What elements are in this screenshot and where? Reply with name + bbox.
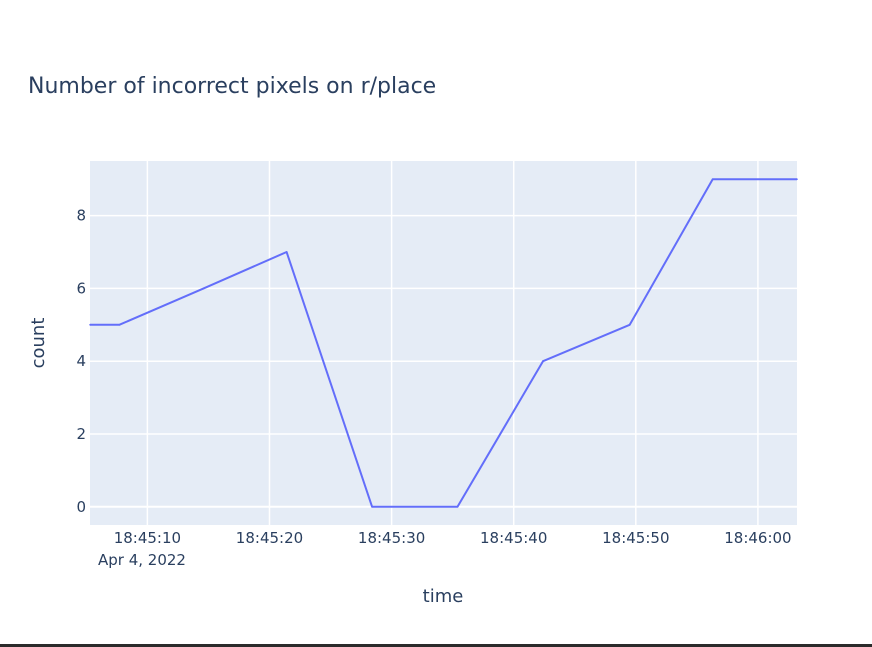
data-point bbox=[89, 324, 91, 326]
data-point bbox=[285, 251, 288, 253]
y-tick-label: 8 bbox=[76, 207, 86, 225]
data-point bbox=[796, 178, 798, 180]
data-point bbox=[202, 287, 205, 290]
y-tick-label: 2 bbox=[76, 425, 86, 443]
x-tick-label: 18:45:10 bbox=[114, 529, 181, 547]
y-tick-label: 6 bbox=[76, 279, 86, 297]
y-tick-label: 4 bbox=[76, 352, 86, 370]
x-axis-title: time bbox=[423, 586, 464, 607]
data-point bbox=[371, 506, 373, 508]
data-point bbox=[542, 360, 544, 363]
chart-title: Number of incorrect pixels on r/place bbox=[28, 74, 436, 99]
data-point bbox=[456, 506, 459, 508]
chart-container: Number of incorrect pixels on r/place 18… bbox=[0, 0, 872, 647]
y-axis-title: count bbox=[28, 318, 49, 369]
data-point bbox=[711, 178, 714, 180]
data-point bbox=[118, 324, 121, 326]
x-tick-label: 18:45:40 bbox=[480, 529, 547, 547]
x-tick-label: 18:46:00 bbox=[724, 529, 791, 547]
x-axis-date-label: Apr 4, 2022 bbox=[98, 551, 186, 569]
x-tick-label: 18:45:30 bbox=[358, 529, 425, 547]
y-tick-label: 0 bbox=[76, 498, 86, 516]
x-tick-label: 18:45:50 bbox=[602, 529, 669, 547]
data-point bbox=[628, 324, 631, 326]
line-chart: Number of incorrect pixels on r/place 18… bbox=[28, 74, 798, 607]
x-tick-label: 18:45:20 bbox=[236, 529, 303, 547]
